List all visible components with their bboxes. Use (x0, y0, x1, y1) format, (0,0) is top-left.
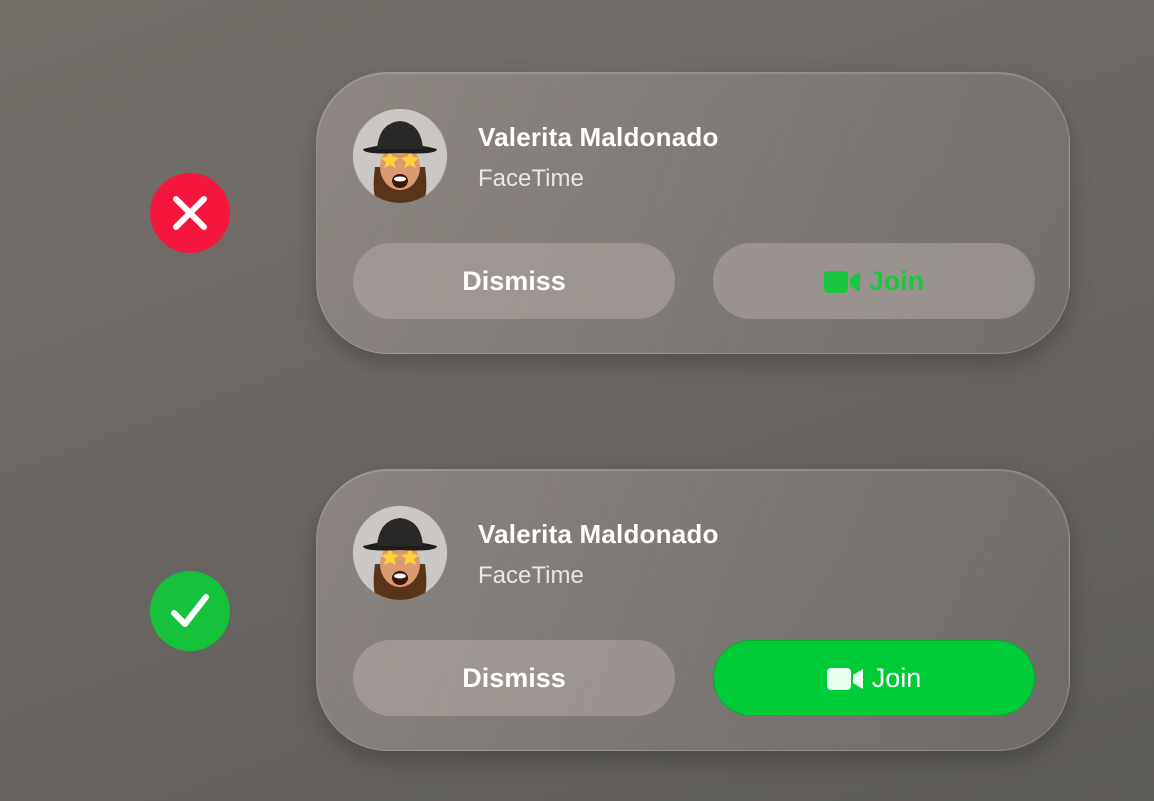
x-mark-icon (173, 196, 207, 230)
checkmark-icon (171, 594, 209, 627)
memoji-avatar-icon (353, 109, 447, 203)
caller-name: Valerita Maldonado (478, 122, 719, 152)
dismiss-button[interactable]: Dismiss (353, 243, 675, 319)
memoji-avatar-icon (353, 506, 447, 600)
caller-name: Valerita Maldonado (478, 519, 719, 549)
dismiss-button-label: Dismiss (462, 265, 566, 296)
incorrect-marker (150, 173, 230, 253)
facetime-notification-card-correct: Valerita Maldonado FaceTime Dismiss Join (316, 469, 1070, 751)
correct-marker (150, 571, 230, 651)
video-camera-icon (823, 271, 860, 293)
facetime-notification-card-incorrect: Valerita Maldonado FaceTime Dismiss Join (316, 72, 1070, 354)
video-camera-icon (826, 668, 863, 690)
join-button-label: Join (871, 662, 922, 693)
join-button[interactable]: Join (713, 640, 1035, 716)
caller-avatar (353, 506, 447, 600)
app-name: FaceTime (478, 562, 584, 589)
caller-avatar (353, 109, 447, 203)
app-name: FaceTime (478, 165, 584, 192)
join-button-label: Join (868, 265, 925, 296)
join-button[interactable]: Join (713, 243, 1035, 319)
dismiss-button[interactable]: Dismiss (353, 640, 675, 716)
dismiss-button-label: Dismiss (462, 662, 566, 693)
